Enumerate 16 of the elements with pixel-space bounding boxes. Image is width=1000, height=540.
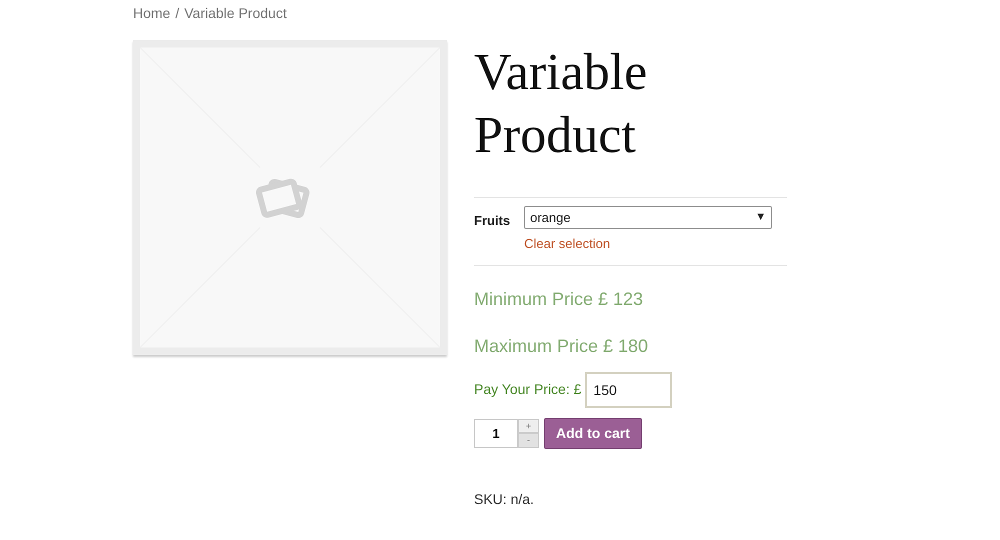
minimum-price: Minimum Price £ 123 [474,288,644,310]
decrease-button[interactable]: - [518,432,539,448]
clear-selection-link[interactable]: Clear selection [524,234,772,254]
price-input[interactable]: 150 [585,372,672,408]
sku-text: SKU: n/a. [474,490,535,508]
breadcrumb-separator: / [175,4,180,22]
maximum-price: Maximum Price £ 180 [474,334,650,358]
fruit-select[interactable]: orange ▼ [524,206,772,229]
add-to-cart-button[interactable]: Add to cart [544,418,642,448]
product-title: Variable Product [474,43,648,166]
pay-price-label: Pay Your Price: £ [474,380,582,399]
quantity-input[interactable]: 1 [474,418,518,448]
attribute-label: Fruits [474,212,510,230]
breadcrumb-link[interactable]: Home [133,2,170,24]
increase-button[interactable]: + [518,418,539,432]
breadcrumb-current: Variable Product [184,4,287,22]
